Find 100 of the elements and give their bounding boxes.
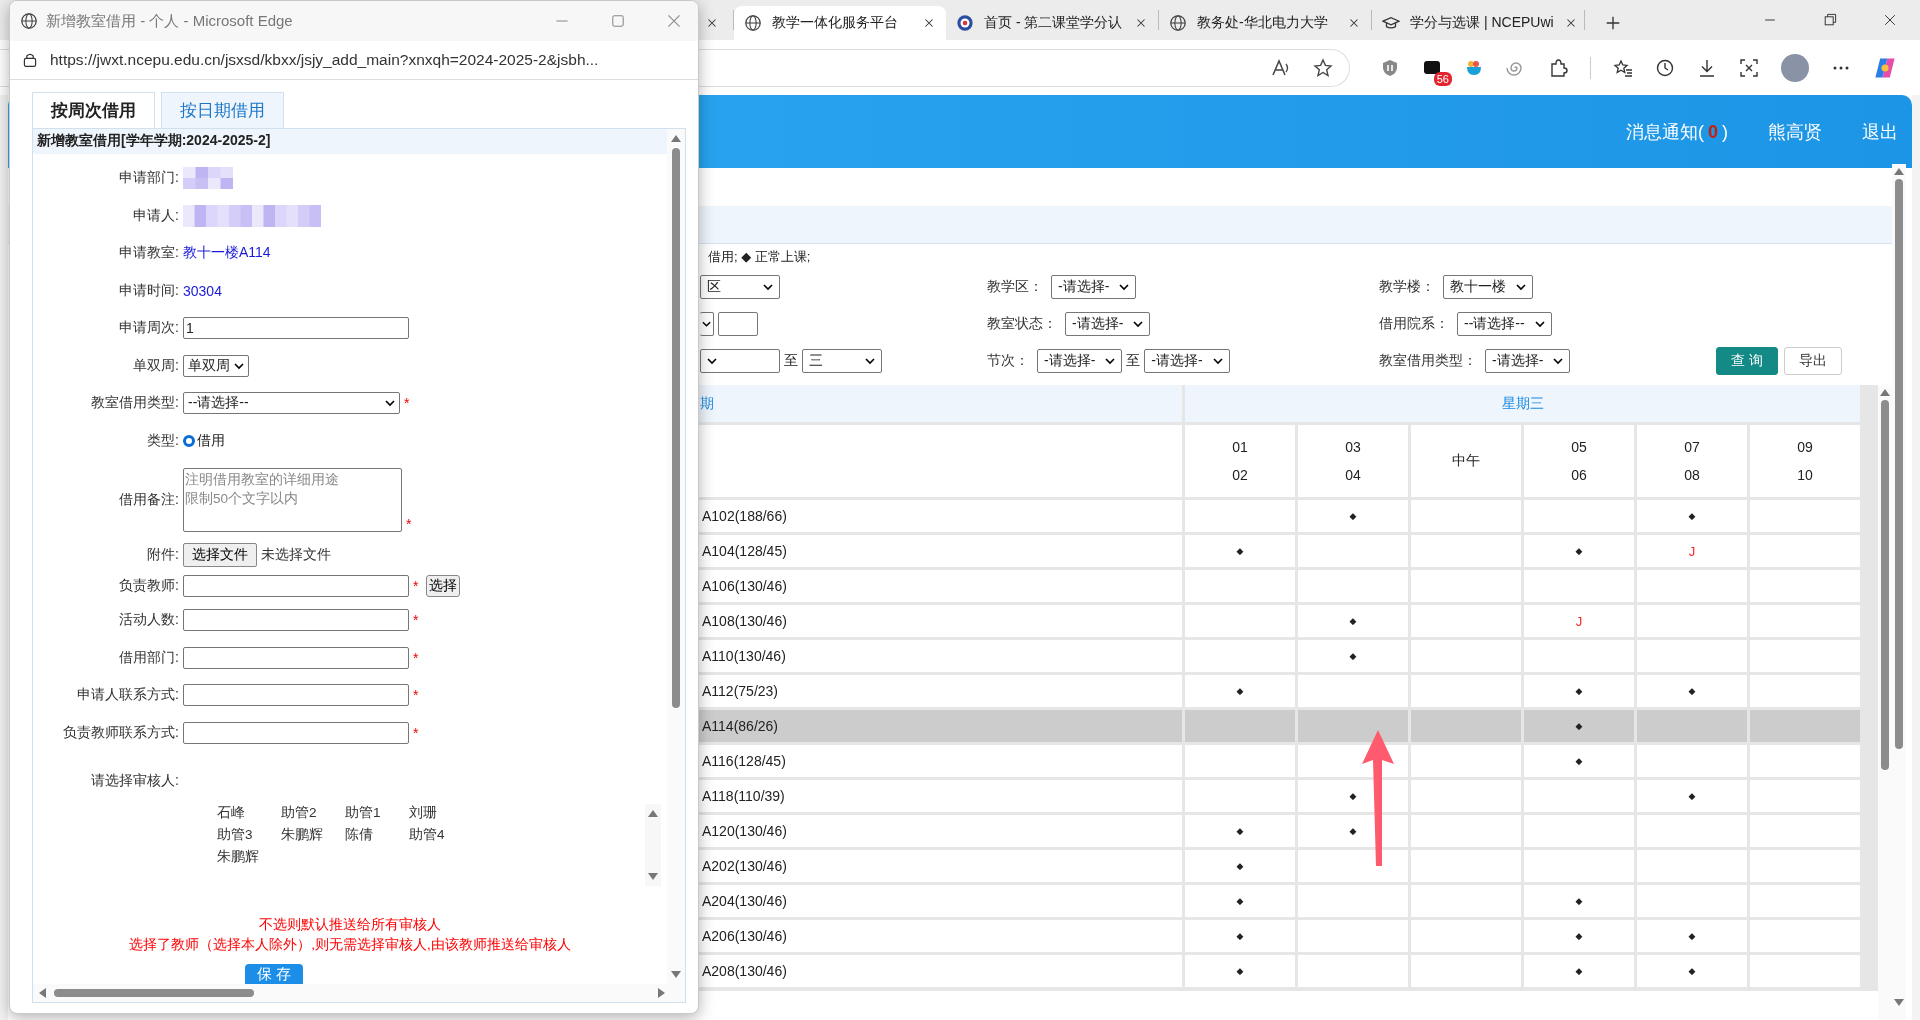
room-cell[interactable]: A202(130/46) xyxy=(696,850,1182,882)
dropdown[interactable]: --请选择-- xyxy=(183,392,400,415)
table-cell: J xyxy=(1524,605,1634,637)
dropdown[interactable]: -请选择- xyxy=(1144,348,1230,373)
room-cell[interactable]: A104(128/45) xyxy=(696,535,1182,567)
table-cell: ◆ xyxy=(1637,780,1747,812)
room-cell[interactable]: A120(130/46) xyxy=(696,815,1182,847)
radio-option[interactable]: 借用 xyxy=(183,432,225,450)
filter-label: 教室借用类型： xyxy=(1379,351,1477,370)
new-tab-icon[interactable] xyxy=(1604,14,1622,32)
room-cell[interactable]: A208(130/46) xyxy=(696,955,1182,987)
horizontal-scrollbar[interactable] xyxy=(33,984,685,1002)
input-field[interactable]: 1 xyxy=(183,317,409,340)
table-scrollbar[interactable] xyxy=(1878,385,1892,1020)
dropdown[interactable]: 教十一楼 xyxy=(1443,274,1533,299)
room-cell[interactable]: A112(75/23) xyxy=(696,675,1182,707)
table-cell: ◆ xyxy=(1298,640,1408,672)
approver-option[interactable]: 助管4 xyxy=(409,825,453,844)
room-cell[interactable]: A106(130/46) xyxy=(696,570,1182,602)
table-cell: ◆ xyxy=(1185,955,1295,987)
input-field[interactable] xyxy=(183,722,409,744)
dropdown[interactable]: 三 xyxy=(802,348,882,373)
input-field[interactable] xyxy=(183,647,409,669)
approver-option[interactable]: 刘珊 xyxy=(409,803,453,822)
radio-button[interactable] xyxy=(183,435,195,447)
required-mark: * xyxy=(413,687,419,704)
approver-option[interactable]: 朱鹏辉 xyxy=(217,847,261,866)
select-button[interactable]: 选择 xyxy=(426,575,461,598)
room-cell[interactable]: A116(128/45) xyxy=(696,745,1182,777)
room-cell[interactable]: A108(130/46) xyxy=(696,605,1182,637)
approver-option[interactable]: 助管1 xyxy=(345,803,389,822)
vertical-scrollbar[interactable] xyxy=(667,129,685,984)
browser-tab[interactable]: 学分与选课 | NCEPUwi xyxy=(1372,6,1584,40)
room-cell[interactable]: A206(130/46) xyxy=(696,920,1182,952)
field-label: 教室借用类型: xyxy=(90,394,179,413)
dropdown[interactable]: -请选择- xyxy=(1037,348,1123,373)
tab[interactable]: 按日期借用 xyxy=(161,92,284,128)
required-mark: * xyxy=(413,650,419,666)
input-field[interactable] xyxy=(183,609,409,632)
field-label: 单双周: xyxy=(132,357,179,375)
table-cell: ◆ xyxy=(1298,815,1408,847)
download-icon[interactable] xyxy=(1697,57,1717,78)
export-button[interactable]: 导出 xyxy=(1784,346,1842,375)
dropdown[interactable]: -请选择- xyxy=(1485,348,1571,373)
approver-option[interactable]: 朱鹏辉 xyxy=(281,825,325,844)
room-cell[interactable]: A118(110/39) xyxy=(696,780,1182,812)
field-value: 教十一楼A114 xyxy=(183,244,271,263)
window-title: 新增教室借用 - 个人 - Microsoft Edge xyxy=(46,11,294,31)
dropdown[interactable]: -请选择- xyxy=(1065,311,1151,336)
approver-option[interactable]: 助管3 xyxy=(217,825,261,844)
table-cell: ◆ xyxy=(1185,920,1295,952)
approver-option[interactable]: 陈倩 xyxy=(345,825,389,844)
remarks-textarea[interactable]: 注明借用教室的详细用途 限制50个文字以内 xyxy=(183,467,402,532)
screenshot-icon[interactable] xyxy=(1739,57,1759,78)
header-cell: 星期三 xyxy=(1185,385,1860,422)
tab[interactable]: 按周次借用 xyxy=(32,92,155,128)
puzzle-icon[interactable] xyxy=(1548,57,1568,78)
browser-tab[interactable]: 首页 - 第二课堂学分认 xyxy=(946,6,1158,40)
globe-icon xyxy=(744,14,762,32)
table-cell: ◆ xyxy=(1637,675,1747,707)
table-cell: ◆ xyxy=(1524,710,1634,742)
approver-option[interactable]: 石峰 xyxy=(217,803,261,822)
browser-tab[interactable]: 教学一体化服务平台 xyxy=(734,6,946,40)
input-field[interactable] xyxy=(183,684,409,707)
approver-option[interactable]: 助管2 xyxy=(281,803,325,822)
browser-tab[interactable]: 教务处-华北电力大学 xyxy=(1159,6,1371,40)
lock-icon xyxy=(22,52,38,68)
copilot-icon[interactable] xyxy=(1873,55,1897,80)
required-mark: * xyxy=(413,725,419,741)
input-field[interactable] xyxy=(183,575,409,598)
profile-avatar[interactable] xyxy=(1781,53,1809,82)
close-icon[interactable] xyxy=(1882,12,1898,28)
shield-icon[interactable] xyxy=(1380,57,1400,78)
page-scrollbar[interactable] xyxy=(1892,164,1906,1020)
choose-file-button[interactable]: 选择文件 xyxy=(183,543,257,568)
room-cell[interactable]: A102(188/66) xyxy=(696,500,1182,532)
list-scrollbar[interactable] xyxy=(645,803,661,887)
dropdown[interactable] xyxy=(700,311,714,336)
field-value: 30304 xyxy=(183,283,222,299)
table-cell: ◆ xyxy=(1298,780,1408,812)
dropdown[interactable]: -请选择- xyxy=(1051,274,1137,299)
table-cell: ◆ xyxy=(1524,535,1634,567)
notification-badge: 56 xyxy=(1433,71,1452,86)
room-cell[interactable]: A110(130/46) xyxy=(696,640,1182,672)
field-label: 申请教室: xyxy=(118,244,179,263)
room-cell[interactable]: A204(130/46) xyxy=(696,885,1182,917)
read-aloud-icon[interactable] xyxy=(1271,57,1291,78)
dropdown[interactable]: 单双周 xyxy=(183,355,249,377)
room-cell[interactable]: A114(86/26) xyxy=(696,710,1182,742)
url-text[interactable]: https://jwxt.ncepu.edu.cn/jsxsd/kbxx/jsjy_add_main?xnxqh=2024-2025-2&jsbh... xyxy=(50,51,599,69)
history-icon[interactable] xyxy=(1655,57,1675,78)
filter-label: 节次： xyxy=(987,351,1029,370)
star-icon[interactable] xyxy=(1313,57,1333,78)
input-field[interactable] xyxy=(718,311,758,336)
query-button[interactable]: 查 询 xyxy=(1716,346,1778,375)
file-status: 未选择文件 xyxy=(261,546,331,565)
dropdown[interactable]: 区 xyxy=(700,274,780,299)
dropdown[interactable]: --请选择-- xyxy=(1457,311,1552,336)
restore-icon[interactable] xyxy=(1822,12,1838,28)
table-cell: ◆ xyxy=(1524,885,1634,917)
